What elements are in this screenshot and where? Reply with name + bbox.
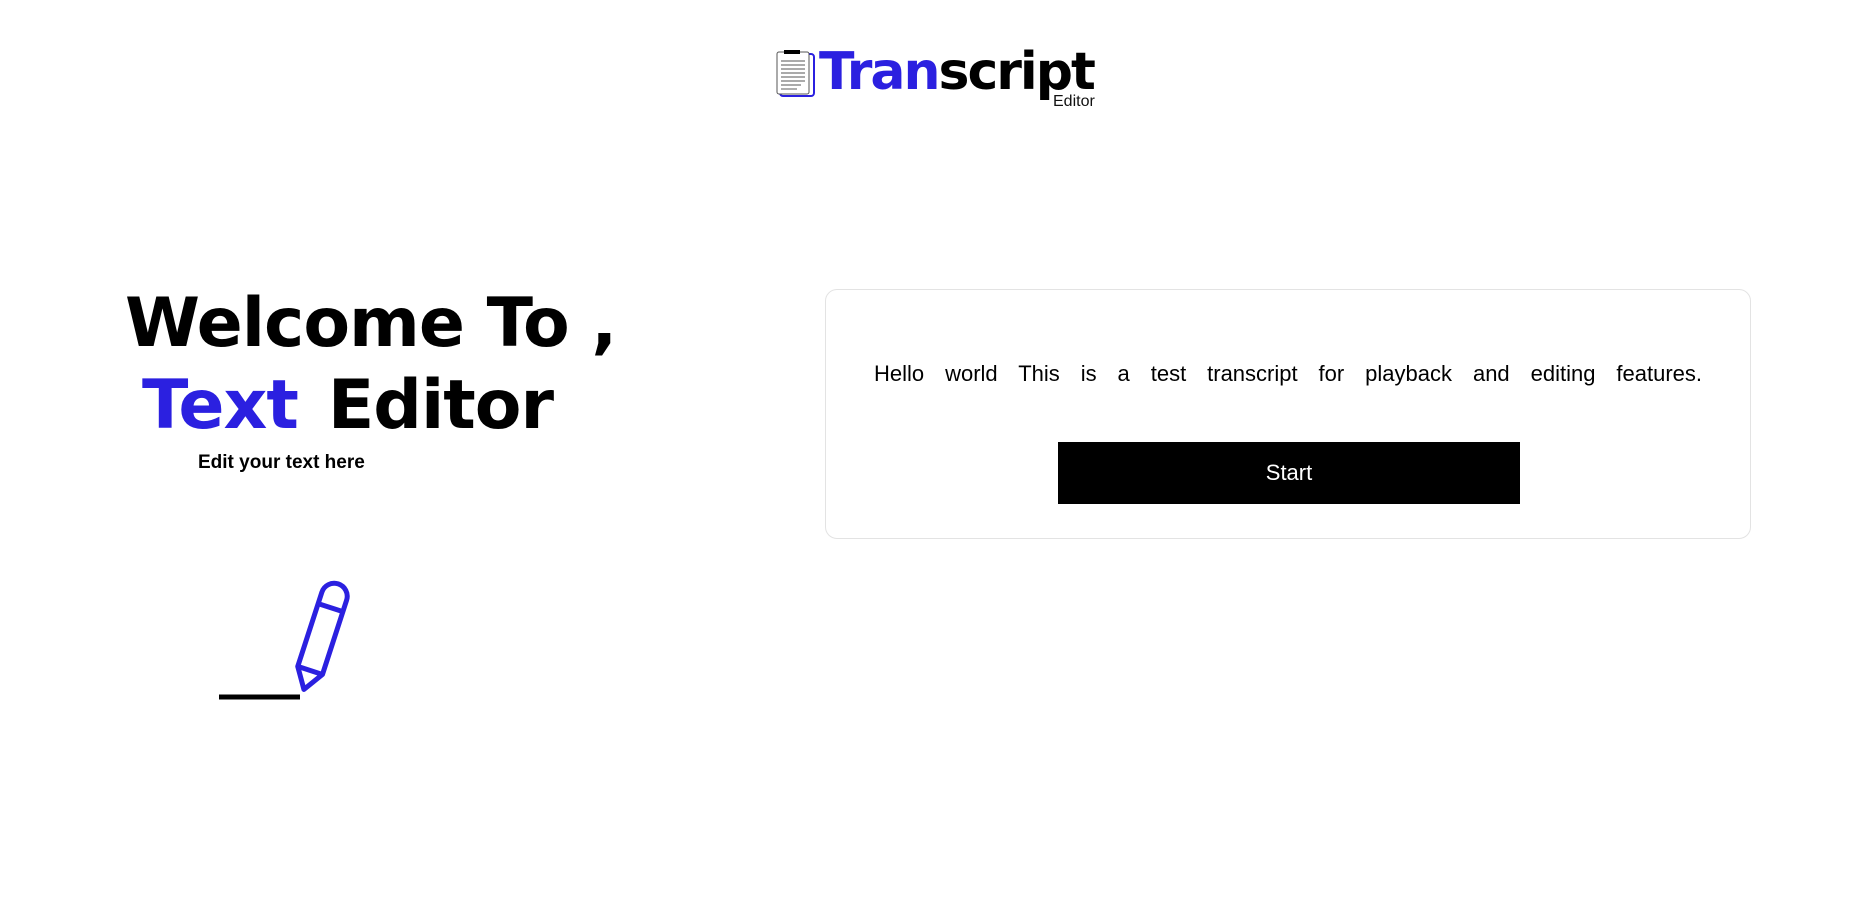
document-lines-icon bbox=[776, 50, 815, 97]
pencil-writing-icon bbox=[219, 580, 350, 700]
start-button[interactable]: Start bbox=[1058, 442, 1520, 504]
app-logo: Transcript Editor bbox=[775, 42, 1105, 114]
logo-word-highlight: Tran bbox=[819, 42, 941, 102]
transcript-card: Hello world This is a test transcript fo… bbox=[825, 289, 1751, 539]
hero-title-line2: Text Editor bbox=[142, 366, 554, 446]
page: Transcript Editor Welcome To , Text Edito… bbox=[0, 0, 1868, 909]
hero-title-highlight: Text bbox=[142, 366, 299, 445]
logo-subtitle: Editor bbox=[1053, 93, 1095, 110]
transcript-text[interactable]: Hello world This is a test transcript fo… bbox=[874, 360, 1702, 388]
hero-tagline: Edit your text here bbox=[198, 452, 365, 473]
hero-title-line1: Welcome To , bbox=[125, 284, 617, 363]
hero-title-rest: Editor bbox=[327, 366, 554, 445]
